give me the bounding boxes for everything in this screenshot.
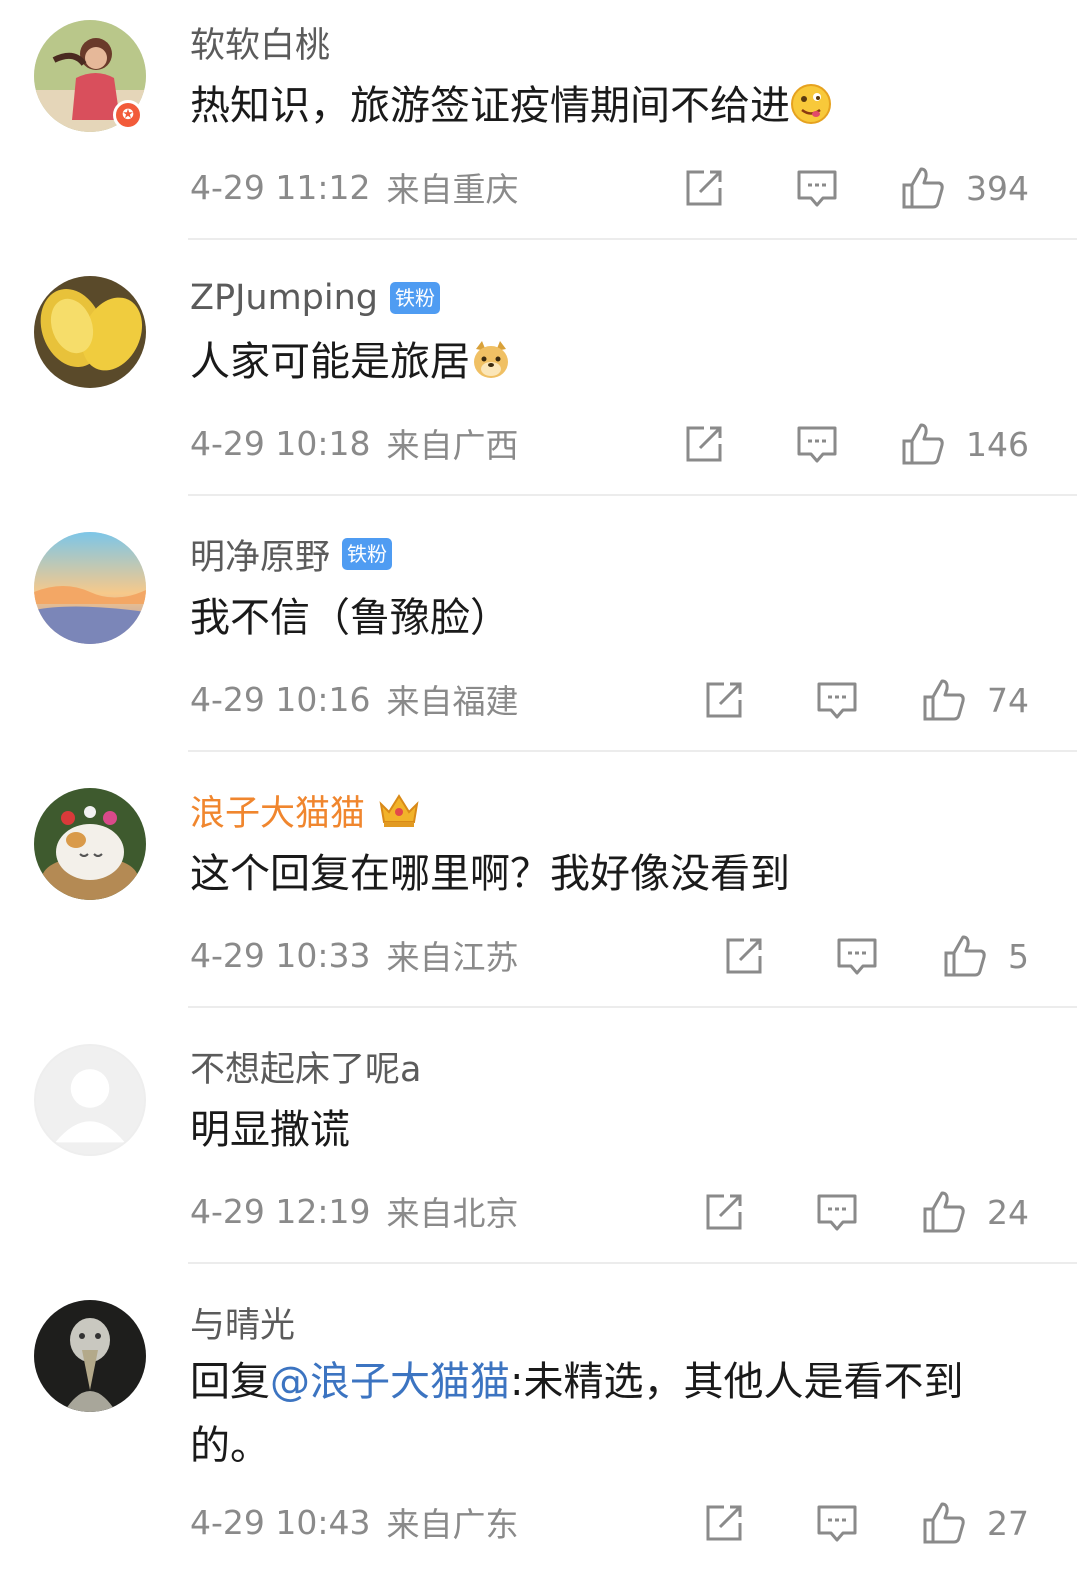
like-button[interactable]: 74	[921, 677, 1029, 723]
like-button[interactable]: 146	[900, 421, 1029, 467]
username-row: 与晴光	[190, 1298, 295, 1346]
reply-icon[interactable]	[795, 166, 839, 210]
like-count: 27	[987, 1503, 1029, 1543]
comment-text: 这个回复在哪里啊？我好像没看到	[190, 851, 790, 897]
username-row: 不想起床了呢a	[190, 1042, 421, 1090]
comment-meta: 4-29 10:16 来自福建	[190, 677, 519, 722]
divider	[188, 238, 1077, 240]
comment-text: 我不信（鲁豫脸）	[190, 595, 510, 641]
share-icon[interactable]	[722, 934, 766, 978]
share-icon[interactable]	[702, 1501, 746, 1545]
like-count: 5	[1008, 936, 1029, 976]
comment-text: 热知识，旅游签证疫情期间不给进	[190, 74, 1030, 138]
username-row: ZPJumping 铁粉	[190, 274, 441, 322]
reply-icon[interactable]	[815, 1501, 859, 1545]
comment-text: 人家可能是旅居	[190, 330, 1030, 394]
comment-item: 与晴光 回复@浪子大猫猫:未精选，其他人是看不到的。 4-29 10:43 来自…	[0, 1280, 1077, 1589]
avatar[interactable]	[34, 788, 146, 900]
comment-item: 浪子大猫猫 这个回复在哪里啊？我好像没看到 4-29 10:33 来自江苏 5	[0, 768, 1077, 1008]
username[interactable]: 明净原野	[190, 529, 330, 580]
like-count: 74	[987, 680, 1029, 720]
username-row: 软软白桃	[190, 18, 330, 66]
like-button[interactable]: 394	[900, 165, 1029, 211]
reply-icon[interactable]	[835, 934, 879, 978]
timestamp: 4-29 10:43	[190, 1502, 371, 1542]
share-icon[interactable]	[702, 1190, 746, 1234]
reply-icon[interactable]	[815, 1190, 859, 1234]
timestamp: 4-29 10:18	[190, 423, 371, 463]
username[interactable]: 浪子大猫猫	[190, 785, 365, 836]
username[interactable]: 软软白桃	[190, 17, 330, 68]
comment-text: 明显撒谎	[190, 1107, 350, 1153]
like-count: 394	[966, 168, 1029, 208]
share-icon[interactable]	[682, 166, 726, 210]
avatar[interactable]	[34, 1300, 146, 1412]
comment-item: 不想起床了呢a 明显撒谎 4-29 12:19 来自北京 24	[0, 1024, 1077, 1264]
comment-meta: 4-29 10:18 来自广西	[190, 421, 519, 466]
like-count: 146	[966, 424, 1029, 464]
comment-meta: 4-29 11:12 来自重庆	[190, 165, 519, 210]
crown-icon	[379, 794, 419, 827]
reply-icon[interactable]	[795, 422, 839, 466]
verified-icon: ✪	[113, 100, 143, 130]
location: 来自北京	[386, 1194, 519, 1233]
timestamp: 4-29 12:19	[190, 1191, 371, 1231]
like-button[interactable]: 24	[921, 1189, 1029, 1235]
location: 来自重庆	[386, 170, 519, 209]
divider	[188, 1006, 1077, 1008]
divider	[188, 494, 1077, 496]
username-row: 浪子大猫猫	[190, 786, 421, 834]
timestamp: 4-29 10:33	[190, 935, 371, 975]
mention-link[interactable]: @浪子大猫猫	[270, 1359, 510, 1405]
doge-face-icon	[474, 341, 508, 378]
like-icon[interactable]	[900, 421, 946, 467]
like-icon[interactable]	[921, 1500, 967, 1546]
avatar[interactable]	[34, 276, 146, 388]
like-icon[interactable]	[921, 1189, 967, 1235]
username-row: 明净原野 铁粉	[190, 529, 393, 580]
timestamp: 4-29 10:16	[190, 679, 371, 719]
share-icon[interactable]	[702, 678, 746, 722]
like-count: 24	[987, 1192, 1029, 1232]
timestamp: 4-29 11:12	[190, 167, 371, 207]
like-icon[interactable]	[900, 165, 946, 211]
comment-text: 回复@浪子大猫猫:未精选，其他人是看不到的。	[190, 1359, 964, 1469]
fan-badge: 铁粉	[390, 282, 441, 314]
drool-face-icon	[791, 84, 831, 124]
avatar[interactable]	[34, 532, 146, 644]
like-icon[interactable]	[921, 677, 967, 723]
share-icon[interactable]	[682, 422, 726, 466]
location: 来自广西	[386, 426, 519, 465]
comment-item: ZPJumping 铁粉 人家可能是旅居 4-29 10:18 来自广西 146	[0, 256, 1077, 496]
comment-item: 明净原野 铁粉 我不信（鲁豫脸） 4-29 10:16 来自福建 74	[0, 512, 1077, 752]
location: 来自江苏	[386, 938, 519, 977]
like-button[interactable]: 27	[921, 1500, 1029, 1546]
username[interactable]: ZPJumping	[190, 278, 378, 318]
location: 来自广东	[386, 1505, 519, 1544]
divider	[188, 750, 1077, 752]
like-icon[interactable]	[942, 933, 988, 979]
comment-item: ✪ 软软白桃 热知识，旅游签证疫情期间不给进 4-29 11:12 来自重庆 3…	[0, 0, 1077, 240]
username[interactable]: 与晴光	[190, 1297, 295, 1348]
comment-meta: 4-29 10:33 来自江苏	[190, 933, 519, 978]
reply-icon[interactable]	[815, 678, 859, 722]
fan-badge: 铁粉	[342, 538, 393, 570]
divider	[188, 1262, 1077, 1264]
like-button[interactable]: 5	[942, 933, 1029, 979]
location: 来自福建	[386, 682, 519, 721]
username[interactable]: 不想起床了呢a	[190, 1041, 421, 1092]
avatar[interactable]	[34, 1044, 146, 1156]
comment-meta: 4-29 12:19 来自北京	[190, 1189, 519, 1234]
comment-meta: 4-29 10:43 来自广东	[190, 1500, 519, 1545]
